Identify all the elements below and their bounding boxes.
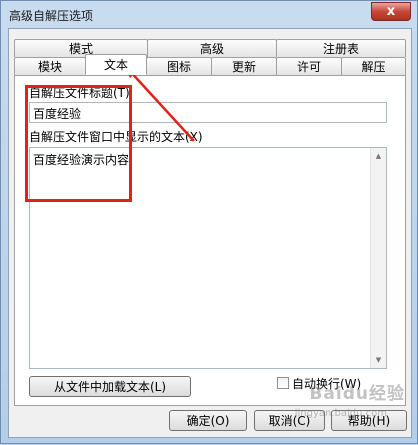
autofit-checkbox[interactable] bbox=[277, 377, 289, 389]
tab-label: 更新 bbox=[231, 60, 256, 74]
scroll-up-icon[interactable]: ▲ bbox=[371, 148, 386, 164]
vertical-scrollbar[interactable]: ▲ ▼ bbox=[370, 148, 386, 368]
dialog-client: 模式 高级 注册表 模块 文本 图标 更新 许可 解压 自解压文件标题(T) 百… bbox=[8, 28, 412, 438]
title-label: 自解压文件标题(T) bbox=[29, 86, 130, 100]
tab-label: 高级 bbox=[199, 42, 224, 56]
scroll-down-icon[interactable]: ▼ bbox=[371, 352, 386, 368]
tab-row-bottom: 模块 文本 图标 更新 许可 解压 bbox=[9, 54, 413, 75]
load-text-button[interactable]: 从文件中加载文本(L) bbox=[29, 376, 191, 397]
tab-label: 图标 bbox=[166, 60, 191, 74]
tab-label: 解压 bbox=[361, 60, 386, 74]
tab-label: 许可 bbox=[296, 60, 321, 74]
tab-extract[interactable]: 解压 bbox=[341, 57, 406, 75]
watermark-brand: Baidu经验 bbox=[309, 384, 405, 404]
window-text-area[interactable]: 百度经验演示内容 ▲ ▼ bbox=[29, 147, 387, 369]
close-button[interactable]: x bbox=[371, 2, 411, 21]
tab-registry[interactable]: 注册表 bbox=[276, 39, 406, 57]
tab-panel-text: 自解压文件标题(T) 百度经验 自解压文件窗口中显示的文本(X) 百度经验演示内… bbox=[14, 75, 406, 406]
dialog-window: 高级自解压选项 x 模式 高级 注册表 模块 文本 图标 更新 许可 解压 自解… bbox=[0, 0, 418, 444]
ok-label: 确定(O) bbox=[186, 414, 230, 428]
tab-text[interactable]: 文本 bbox=[85, 54, 147, 75]
watermark-url: jingyan.baidu.com bbox=[294, 408, 387, 419]
tab-update[interactable]: 更新 bbox=[211, 57, 277, 75]
close-icon: x bbox=[386, 4, 396, 19]
window-text-label: 自解压文件窗口中显示的文本(X) bbox=[29, 130, 203, 144]
tab-label: 注册表 bbox=[322, 42, 359, 56]
tab-label: 模块 bbox=[37, 60, 62, 74]
title-input-value: 百度经验 bbox=[33, 107, 82, 121]
window-text-value: 百度经验演示内容 bbox=[33, 153, 130, 167]
tab-module[interactable]: 模块 bbox=[14, 57, 86, 75]
window-title: 高级自解压选项 bbox=[9, 9, 94, 23]
load-text-label: 从文件中加载文本(L) bbox=[53, 380, 167, 394]
tab-license[interactable]: 许可 bbox=[276, 57, 342, 75]
tab-advanced[interactable]: 高级 bbox=[147, 39, 277, 57]
tab-row-top: 模式 高级 注册表 bbox=[9, 39, 413, 57]
tab-icon[interactable]: 图标 bbox=[146, 57, 212, 75]
tab-label: 文本 bbox=[103, 58, 128, 72]
ok-button[interactable]: 确定(O) bbox=[169, 410, 247, 431]
title-input[interactable]: 百度经验 bbox=[29, 102, 387, 123]
